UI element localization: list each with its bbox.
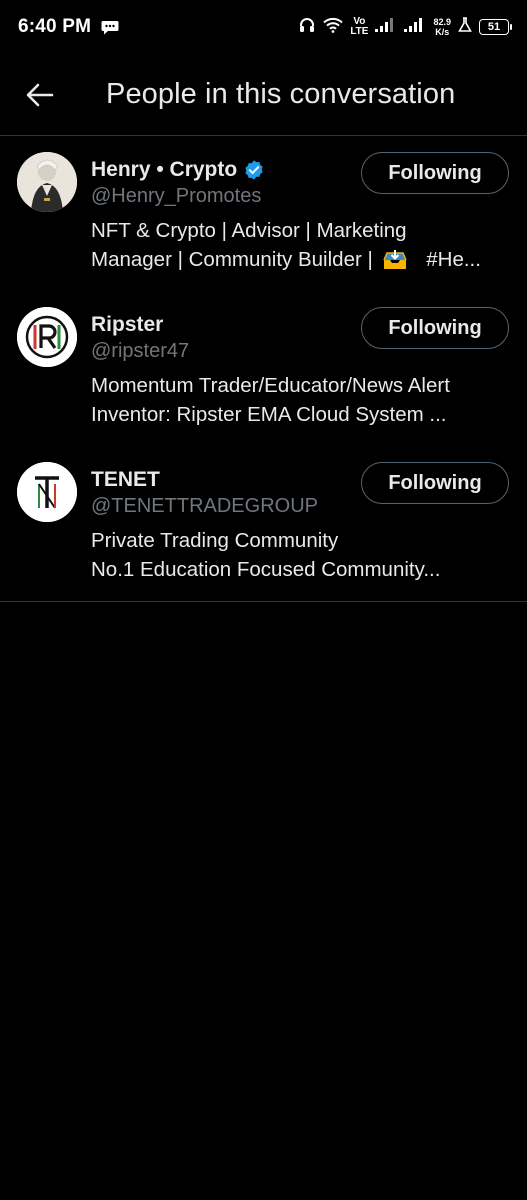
bio-line: No.1 Education Focused Community...	[91, 558, 441, 581]
bio-hashtag[interactable]: #He...	[426, 248, 481, 271]
status-icons: Vo LTE 82.9 K/s 51	[298, 16, 512, 39]
person-photo-icon	[17, 152, 77, 212]
volte-bottom: LTE	[350, 26, 369, 37]
speed-value: 82.9	[433, 17, 451, 27]
person-bio: Momentum Trader/Educator/News Alert Inve…	[91, 371, 509, 429]
person-name[interactable]: Ripster	[91, 313, 163, 337]
following-button[interactable]: Following	[361, 307, 509, 349]
status-bar: 6:40 PM Vo LTE 82.9 K/s 51	[0, 0, 527, 54]
bio-line: Manager | Community Builder | #He...	[91, 245, 509, 274]
status-time: 6:40 PM	[18, 16, 92, 37]
back-button[interactable]	[0, 54, 84, 136]
people-list: Henry • Crypto @Henry_Promotes NFT & Cry…	[0, 136, 527, 602]
message-notification-icon	[101, 20, 119, 35]
battery-indicator: 51	[479, 19, 512, 35]
signal-2-icon	[404, 17, 426, 38]
person-name[interactable]: Henry • Crypto	[91, 158, 237, 182]
speed-unit: K/s	[435, 27, 450, 37]
avatar[interactable]	[17, 462, 77, 522]
signal-1-icon	[375, 17, 397, 38]
verified-badge-icon	[245, 160, 263, 180]
bio-text: Manager | Community Builder |	[91, 248, 373, 271]
person-bio: NFT & Crypto | Advisor | Marketing Manag…	[91, 216, 509, 274]
bio-line: NFT & Crypto | Advisor | Marketing	[91, 219, 407, 242]
inbox-tray-emoji-icon	[382, 248, 407, 270]
avatar[interactable]	[17, 307, 77, 367]
following-button[interactable]: Following	[361, 152, 509, 194]
following-button[interactable]: Following	[361, 462, 509, 504]
ripster-logo-icon	[17, 307, 77, 367]
volte-indicator: Vo LTE	[350, 17, 368, 37]
page-title: People in this conversation	[106, 78, 456, 110]
person-bio: Private Trading Community No.1 Education…	[91, 526, 509, 584]
headset-icon	[298, 16, 316, 39]
header: People in this conversation	[0, 54, 527, 136]
tenet-logo-icon	[17, 462, 77, 522]
person-row-henry[interactable]: Henry • Crypto @Henry_Promotes NFT & Cry…	[0, 136, 527, 291]
network-speed: 82.9 K/s	[433, 17, 451, 37]
person-row-tenet[interactable]: TENET @TENETTRADEGROUP Private Trading C…	[0, 446, 527, 601]
avatar[interactable]	[17, 152, 77, 212]
back-arrow-icon	[26, 83, 54, 106]
flask-icon	[458, 16, 472, 38]
bio-line: Inventor: Ripster EMA Cloud System ...	[91, 403, 447, 426]
person-name[interactable]: TENET	[91, 468, 160, 492]
bio-line: Momentum Trader/Educator/News Alert	[91, 374, 450, 397]
wifi-icon	[323, 17, 344, 38]
person-row-ripster[interactable]: Ripster @ripster47 Momentum Trader/Educa…	[0, 291, 527, 446]
bio-line: Private Trading Community	[91, 529, 339, 552]
